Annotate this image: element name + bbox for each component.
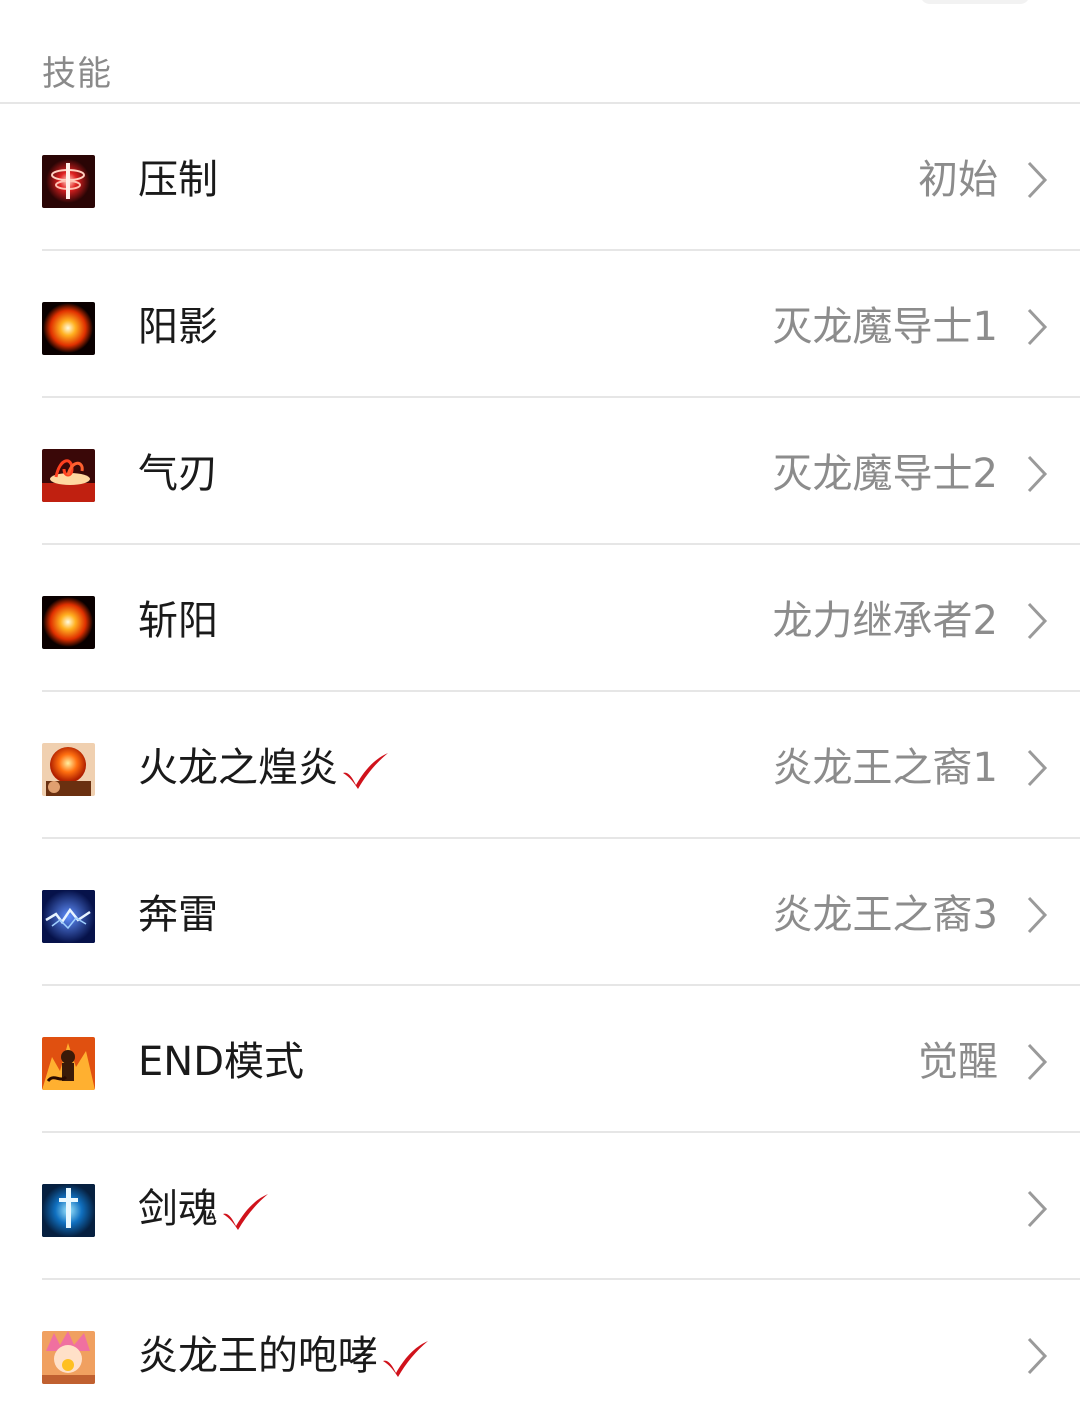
chevron-right-icon (1027, 749, 1048, 787)
skill-row[interactable]: 剑魂 (42, 1133, 1080, 1280)
skill-name: 压制 (138, 154, 218, 206)
red-vortex-icon (42, 155, 95, 208)
skill-name-text: 斩阳 (138, 598, 218, 644)
skill-row[interactable]: 气刃 灭龙魔导士2 (42, 398, 1080, 545)
air-blade-icon (42, 449, 95, 502)
skill-source: 炎龙王之裔1 (772, 745, 998, 791)
fire-orb-icon (42, 302, 95, 355)
skill-name: 火龙之煌炎 (138, 742, 390, 794)
skill-source: 灭龙魔导士2 (772, 451, 998, 497)
skill-row[interactable]: 阳影 灭龙魔导士1 (42, 251, 1080, 398)
skill-name-text: 剑魂 (138, 1186, 218, 1232)
lightning-icon (42, 890, 95, 943)
skill-list: 压制 初始 阳影 灭龙魔导士1 气刃 灭龙魔导士2 斩阳 龙力继承者2 火龙之煌… (0, 104, 1080, 1427)
chevron-right-icon (1027, 1337, 1048, 1375)
skill-name: 奔雷 (138, 889, 218, 941)
skill-name-text: 气刃 (138, 451, 218, 497)
fire-orb-icon (42, 596, 95, 649)
skill-source: 灭龙魔导士1 (772, 304, 998, 350)
skill-name: 阳影 (138, 301, 218, 353)
skill-source: 龙力继承者2 (772, 598, 998, 644)
skill-name: 炎龙王的咆哮 (138, 1330, 430, 1382)
red-check-icon (383, 1341, 428, 1377)
chevron-right-icon (1027, 308, 1048, 346)
chevron-right-icon (1027, 1190, 1048, 1228)
fire-sphere-icon (42, 743, 95, 796)
demon-flame-icon (42, 1037, 95, 1090)
skill-row[interactable]: 压制 初始 (42, 104, 1080, 251)
section-header: 技能 (0, 0, 1080, 104)
red-check-icon (343, 753, 388, 789)
skill-name: 斩阳 (138, 595, 218, 647)
skill-row[interactable]: 奔雷 炎龙王之裔3 (42, 839, 1080, 986)
skill-name: 剑魂 (138, 1183, 270, 1235)
skill-row[interactable]: 炎龙王的咆哮 (42, 1280, 1080, 1427)
skill-name-text: 火龙之煌炎 (138, 745, 338, 791)
skill-source: 初始 (918, 157, 998, 203)
skill-row[interactable]: END模式 觉醒 (42, 986, 1080, 1133)
skill-row[interactable]: 斩阳 龙力继承者2 (42, 545, 1080, 692)
skill-name: END模式 (138, 1036, 304, 1088)
chevron-right-icon (1027, 1043, 1048, 1081)
skill-name: 气刃 (138, 448, 218, 500)
skill-source: 炎龙王之裔3 (772, 892, 998, 938)
chevron-right-icon (1027, 455, 1048, 493)
natsu-roar-icon (42, 1331, 95, 1384)
skill-row[interactable]: 火龙之煌炎 炎龙王之裔1 (42, 692, 1080, 839)
chevron-right-icon (1027, 161, 1048, 199)
chevron-right-icon (1027, 896, 1048, 934)
skill-name-text: END模式 (138, 1039, 304, 1085)
skill-name-text: 阳影 (138, 304, 218, 350)
chevron-right-icon (1027, 602, 1048, 640)
section-title: 技能 (42, 54, 112, 94)
skill-source: 觉醒 (918, 1039, 998, 1085)
skill-name-text: 奔雷 (138, 892, 218, 938)
skill-name-text: 压制 (138, 157, 218, 203)
sword-soul-icon (42, 1184, 95, 1237)
red-check-icon (223, 1194, 268, 1230)
skill-name-text: 炎龙王的咆哮 (138, 1333, 378, 1379)
